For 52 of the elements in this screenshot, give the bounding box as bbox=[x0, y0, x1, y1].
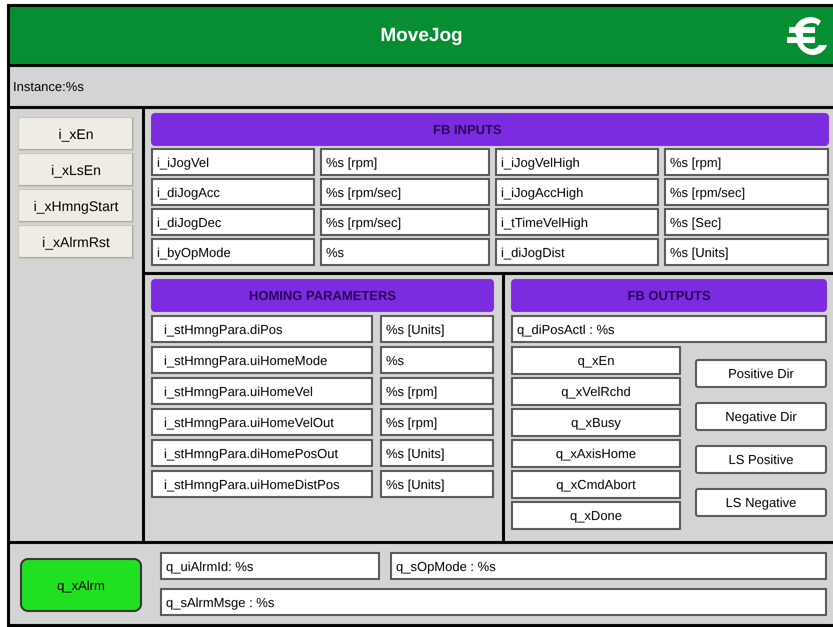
instance-label: Instance:%s bbox=[13, 79, 84, 94]
parameter-value: %s [Units] bbox=[380, 439, 494, 467]
alarm-id-readout: q_uiAlrmId: %s bbox=[160, 552, 380, 580]
alarm-message-readout: q_sAlrmMsge : %s bbox=[160, 588, 827, 616]
output-lamp: q_xVelRchd bbox=[511, 377, 681, 406]
parameter-name: i_stHmngPara.diHomePosOut bbox=[151, 439, 373, 467]
output-lamp: q_xBusy bbox=[511, 408, 681, 437]
parameter-name: i_diJogAcc bbox=[151, 178, 315, 206]
op-mode-readout: q_sOpMode : %s bbox=[390, 552, 827, 580]
parameter-value: %s bbox=[380, 346, 494, 374]
parameter-name: i_iJogAccHigh bbox=[495, 178, 659, 206]
parameter-name: i_stHmngPara.uiHomeMode bbox=[151, 346, 373, 374]
parameter-value: %s [rpm/sec] bbox=[320, 208, 490, 236]
parameter-name: i_tTimeVelHigh bbox=[495, 208, 659, 236]
parameter-value: %s [Units] bbox=[664, 238, 829, 266]
parameter-value: %s [rpm] bbox=[380, 377, 494, 405]
output-lamp: q_xEn bbox=[511, 346, 681, 375]
parameter-name: i_iJogVelHigh bbox=[495, 148, 659, 176]
parameter-value: %s [rpm] bbox=[380, 408, 494, 436]
parameter-name: i_stHmngPara.uiHomeDistPos bbox=[151, 470, 373, 498]
direction-indicator: Positive Dir bbox=[695, 359, 827, 388]
output-lamp: q_xDone bbox=[511, 501, 681, 530]
output-lamp: q_xCmdAbort bbox=[511, 470, 681, 499]
parameter-value: %s [rpm/sec] bbox=[320, 178, 490, 206]
parameter-name: i_diJogDec bbox=[151, 208, 315, 236]
section-header: FB INPUTS bbox=[151, 113, 829, 146]
parameter-value: %s [rpm] bbox=[320, 148, 490, 176]
parameter-value: %s [rpm] bbox=[664, 148, 829, 176]
parameter-name: i_diJogDist bbox=[495, 238, 659, 266]
parameter-name: i_stHmngPara.uiHomeVelOut bbox=[151, 408, 373, 436]
position-readout: q_diPosActl : %s bbox=[511, 315, 827, 343]
parameter-value: %s [Units] bbox=[380, 315, 494, 343]
parameter-name: i_stHmngPara.diPos bbox=[151, 315, 373, 343]
window-title: MoveJog bbox=[380, 24, 463, 46]
parameter-value: %s [Sec] bbox=[664, 208, 829, 236]
input-button[interactable]: i_xAlrmRst bbox=[18, 225, 134, 259]
parameter-name: i_byOpMode bbox=[151, 238, 315, 266]
direction-indicator: LS Positive bbox=[695, 445, 827, 474]
section-header: FB OUTPUTS bbox=[511, 279, 827, 312]
section-header: HOMING PARAMETERS bbox=[151, 279, 494, 312]
parameter-value: %s [rpm/sec] bbox=[664, 178, 829, 206]
direction-indicator: Negative Dir bbox=[695, 402, 827, 431]
direction-indicator: LS Negative bbox=[695, 488, 827, 517]
parameter-value: %s [Units] bbox=[380, 470, 494, 498]
input-button[interactable]: i_xHmngStart bbox=[18, 189, 134, 223]
alarm-lamp: q_xAlrm bbox=[20, 558, 142, 612]
output-lamp: q_xAxisHome bbox=[511, 439, 681, 468]
parameter-value: %s bbox=[320, 238, 490, 266]
parameter-name: i_stHmngPara.uiHomeVel bbox=[151, 377, 373, 405]
input-button[interactable]: i_xEn bbox=[18, 117, 134, 151]
input-button[interactable]: i_xLsEn bbox=[18, 153, 134, 187]
parameter-name: i_iJogVel bbox=[151, 148, 315, 176]
